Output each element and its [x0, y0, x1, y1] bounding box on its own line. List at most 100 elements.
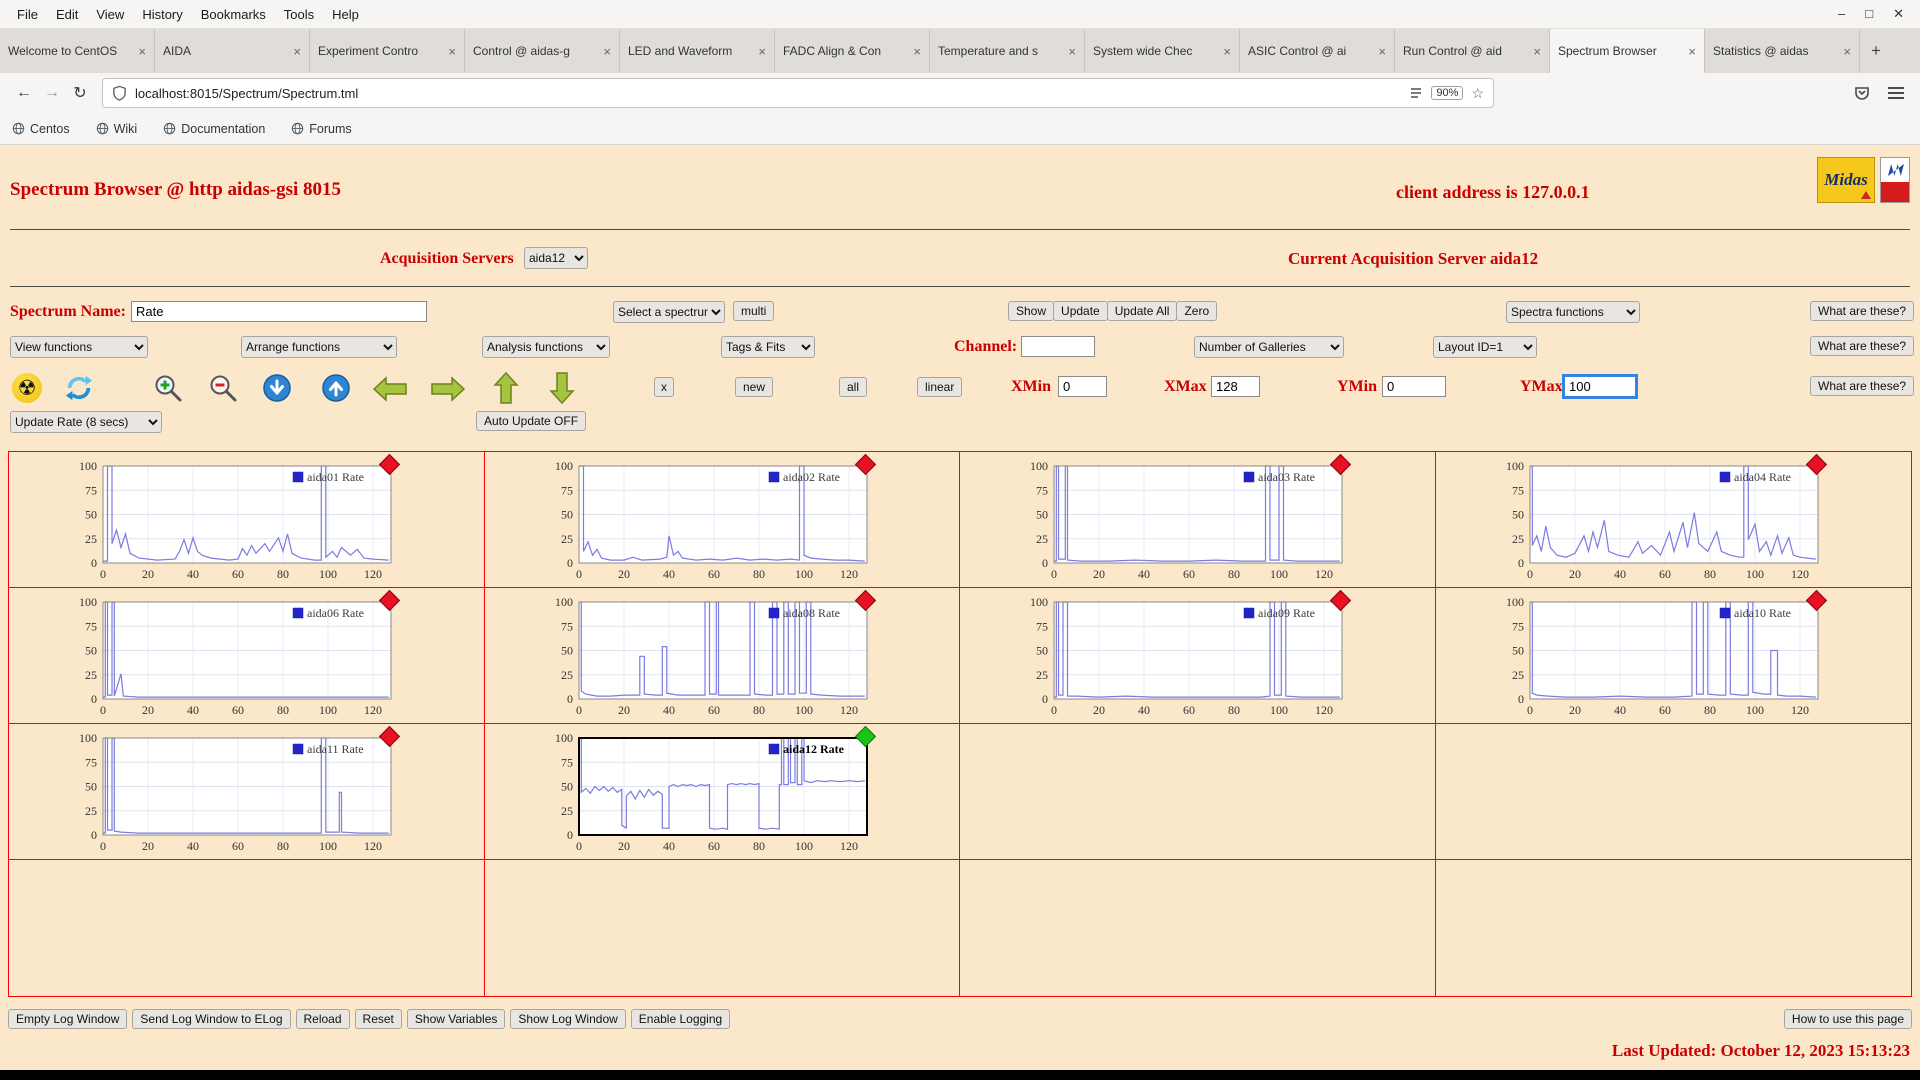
spectrum-chart-aida08[interactable]: 0 25 50 75 100 0 20 40 60 80 100 120 aida08 Rate: [485, 588, 955, 720]
tab-close-icon[interactable]: ×: [293, 44, 301, 59]
tab-close-icon[interactable]: ×: [1223, 44, 1231, 59]
url-bar[interactable]: localhost:8015/Spectrum/Spectrum.tml 90%…: [102, 78, 1494, 108]
tab-welcome-to-centos[interactable]: Welcome to CentOS ×: [0, 29, 155, 73]
tab-spectrum-browser[interactable]: Spectrum Browser ×: [1550, 29, 1705, 73]
shift-up-icon[interactable]: [321, 373, 351, 408]
tab-run-control-aid[interactable]: Run Control @ aid ×: [1395, 29, 1550, 73]
gallery-cell-aida03[interactable]: 0 25 50 75 100 0 20 40 60 80 100 120 aida03 Rate: [960, 452, 1436, 588]
arrange-functions-dropdown[interactable]: Arrange functions: [241, 336, 397, 358]
spectrum-chart-aida09[interactable]: 0 25 50 75 100 0 20 40 60 80 100 120 aida09 Rate: [960, 588, 1430, 720]
tab-temperature-and-s[interactable]: Temperature and s ×: [930, 29, 1085, 73]
spectrum-chart-aida04[interactable]: 0 25 50 75 100 0 20 40 60 80 100 120 aida04 Rate: [1436, 452, 1906, 584]
new-tab-button[interactable]: +: [1860, 29, 1892, 73]
spectrum-chart-aida06[interactable]: 0 25 50 75 100 0 20 40 60 80 100 120 aida06 Rate: [9, 588, 479, 720]
spectrum-chart-aida11[interactable]: 0 25 50 75 100 0 20 40 60 80 100 120 aida11 Rate: [9, 724, 479, 856]
bookmark-star-icon[interactable]: ☆: [1471, 85, 1484, 102]
multi-button[interactable]: multi: [733, 301, 775, 321]
update-button[interactable]: Update: [1053, 301, 1108, 321]
menu-bookmarks[interactable]: Bookmarks: [192, 7, 275, 22]
update-all-button[interactable]: Update All: [1106, 301, 1178, 321]
tab-close-icon[interactable]: ×: [448, 44, 456, 59]
new-button[interactable]: new: [735, 377, 774, 397]
spectrum-chart-aida12[interactable]: 0 25 50 75 100 0 20 40 60 80 100 120 aida12 Rate: [485, 724, 955, 856]
footer-empty-log-window-button[interactable]: Empty Log Window: [8, 1009, 128, 1029]
xmin-input[interactable]: [1058, 376, 1107, 397]
shift-down-icon[interactable]: [262, 373, 292, 408]
tab-close-icon[interactable]: ×: [1068, 44, 1076, 59]
view-functions-dropdown[interactable]: View functions: [10, 336, 148, 358]
footer-show-variables-button[interactable]: Show Variables: [406, 1009, 506, 1029]
tab-close-icon[interactable]: ×: [758, 44, 766, 59]
channel-input[interactable]: [1021, 336, 1095, 357]
tab-fadc-align-con[interactable]: FADC Align & Con ×: [775, 29, 930, 73]
what-are-these-button-3[interactable]: What are these?: [1810, 376, 1915, 396]
back-button[interactable]: ←: [10, 79, 38, 107]
ymax-input[interactable]: [1562, 374, 1638, 399]
footer-reset-button[interactable]: Reset: [354, 1009, 402, 1029]
spectrum-chart-aida02[interactable]: 0 25 50 75 100 0 20 40 60 80 100 120 aida02 Rate: [485, 452, 955, 584]
acquisition-server-dropdown[interactable]: aida12: [524, 247, 588, 269]
reader-mode-icon[interactable]: [1409, 86, 1423, 100]
tab-aida[interactable]: AIDA ×: [155, 29, 310, 73]
menu-file[interactable]: File: [8, 7, 47, 22]
pan-up-icon[interactable]: [493, 371, 519, 409]
spectrum-chart-aida01[interactable]: 0 25 50 75 100 0 20 40 60 80 100 120 aida01 Rate: [9, 452, 479, 584]
zoom-out-icon[interactable]: [208, 373, 238, 408]
shield-icon[interactable]: [112, 85, 127, 101]
bookmark-documentation[interactable]: Documentation: [163, 122, 265, 136]
tab-close-icon[interactable]: ×: [1843, 44, 1851, 59]
spectrum-name-input[interactable]: [131, 301, 427, 322]
zoom-in-icon[interactable]: [153, 373, 183, 408]
layout-id-dropdown[interactable]: Layout ID=1: [1433, 336, 1537, 358]
reload-button[interactable]: ↻: [66, 79, 94, 107]
pan-down-icon[interactable]: [549, 372, 575, 409]
analysis-functions-dropdown[interactable]: Analysis functions: [482, 336, 610, 358]
refresh-icon[interactable]: [64, 373, 94, 408]
pocket-icon[interactable]: [1854, 85, 1870, 101]
footer-show-log-window-button[interactable]: Show Log Window: [510, 1009, 626, 1029]
url-text[interactable]: localhost:8015/Spectrum/Spectrum.tml: [135, 86, 1401, 101]
tab-close-icon[interactable]: ×: [603, 44, 611, 59]
pan-right-icon[interactable]: [431, 376, 466, 407]
gallery-cell-aida10[interactable]: 0 25 50 75 100 0 20 40 60 80 100 120 aida10 Rate: [1435, 588, 1911, 724]
tab-close-icon[interactable]: ×: [913, 44, 921, 59]
gallery-cell-aida02[interactable]: 0 25 50 75 100 0 20 40 60 80 100 120 aida02 Rate: [484, 452, 960, 588]
bookmark-centos[interactable]: Centos: [12, 122, 70, 136]
tab-control-aidas-g[interactable]: Control @ aidas-g ×: [465, 29, 620, 73]
all-button[interactable]: all: [839, 377, 868, 397]
menu-help[interactable]: Help: [323, 7, 368, 22]
footer-send-log-window-to-elog-button[interactable]: Send Log Window to ELog: [132, 1009, 291, 1029]
zero-button[interactable]: Zero: [1176, 301, 1218, 321]
spectrum-chart-aida03[interactable]: 0 25 50 75 100 0 20 40 60 80 100 120 aida03 Rate: [960, 452, 1430, 584]
update-rate-dropdown[interactable]: Update Rate (8 secs): [10, 411, 162, 433]
tab-experiment-contro[interactable]: Experiment Contro ×: [310, 29, 465, 73]
menu-tools[interactable]: Tools: [275, 7, 323, 22]
footer-reload-button[interactable]: Reload: [295, 1009, 350, 1029]
radiation-icon[interactable]: ☢: [12, 373, 42, 403]
footer-enable-logging-button[interactable]: Enable Logging: [630, 1009, 731, 1029]
midas-logo[interactable]: Midas: [1817, 157, 1875, 203]
powered-logo[interactable]: [1880, 157, 1910, 203]
auto-update-button[interactable]: Auto Update OFF: [476, 411, 587, 431]
menu-history[interactable]: History: [133, 7, 191, 22]
ymin-input[interactable]: [1382, 376, 1446, 397]
show-button[interactable]: Show: [1008, 301, 1055, 321]
zoom-level-badge[interactable]: 90%: [1431, 86, 1464, 100]
gallery-cell-aida06[interactable]: 0 25 50 75 100 0 20 40 60 80 100 120 aida06 Rate: [9, 588, 485, 724]
menu-icon[interactable]: [1888, 87, 1904, 99]
gallery-cell-aida12[interactable]: 0 25 50 75 100 0 20 40 60 80 100 120 aida12 Rate: [484, 724, 960, 860]
tab-led-and-waveform[interactable]: LED and Waveform ×: [620, 29, 775, 73]
x-projection-button[interactable]: x: [654, 377, 674, 397]
menu-view[interactable]: View: [87, 7, 133, 22]
spectrum-chart-aida10[interactable]: 0 25 50 75 100 0 20 40 60 80 100 120 aida10 Rate: [1436, 588, 1906, 720]
forward-button[interactable]: →: [38, 79, 66, 107]
tab-system-wide-chec[interactable]: System wide Chec ×: [1085, 29, 1240, 73]
gallery-cell-aida11[interactable]: 0 25 50 75 100 0 20 40 60 80 100 120 aida11 Rate: [9, 724, 485, 860]
number-of-galleries-dropdown[interactable]: Number of Galleries: [1194, 336, 1344, 358]
what-are-these-button-1[interactable]: What are these?: [1810, 301, 1915, 321]
gallery-cell-aida01[interactable]: 0 25 50 75 100 0 20 40 60 80 100 120 aida01 Rate: [9, 452, 485, 588]
menu-edit[interactable]: Edit: [47, 7, 87, 22]
minimize-button[interactable]: –: [1838, 6, 1845, 22]
tab-statistics-aidas[interactable]: Statistics @ aidas ×: [1705, 29, 1860, 73]
tab-asic-control-ai[interactable]: ASIC Control @ ai ×: [1240, 29, 1395, 73]
